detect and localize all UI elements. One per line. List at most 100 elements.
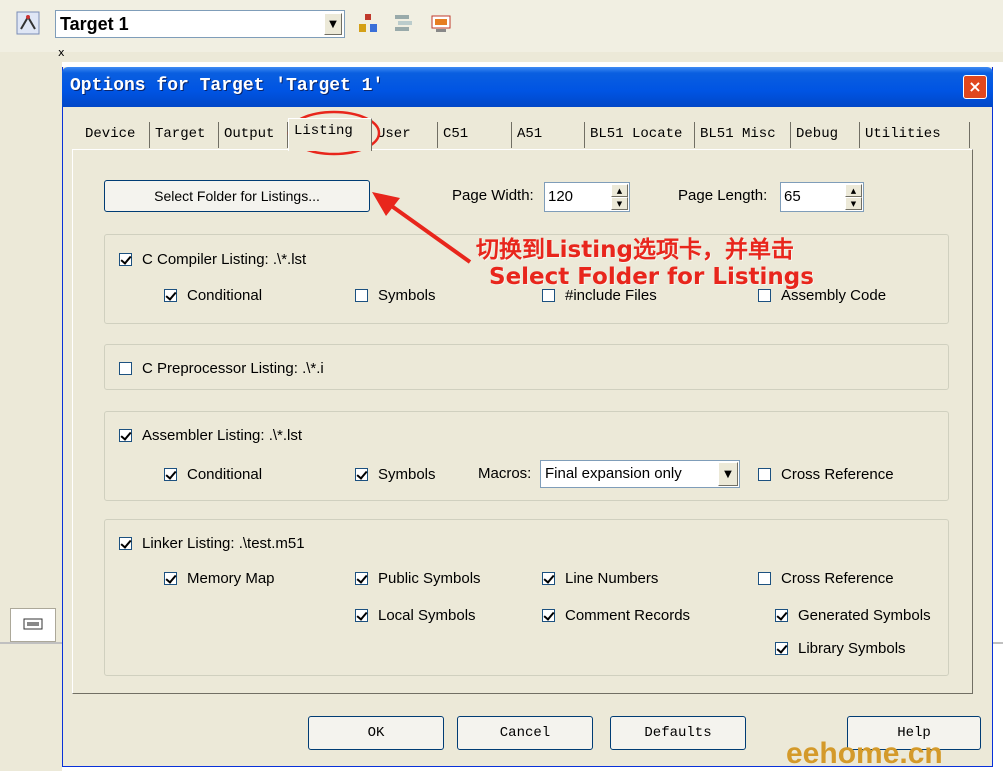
macros-value: Final expansion only [545, 465, 682, 482]
checkbox-box[interactable] [758, 289, 771, 302]
select-device-icon[interactable] [355, 10, 381, 36]
checkbox-box[interactable] [758, 468, 771, 481]
checkbox-box[interactable] [758, 572, 771, 585]
spin-down-icon[interactable]: ▼ [611, 197, 628, 210]
defaults-button[interactable]: Defaults [610, 716, 746, 750]
panel-divider [0, 642, 62, 644]
page-width-input[interactable]: 120 ▲ ▼ [544, 182, 630, 212]
lnk-comment-records-label: Comment Records [565, 607, 691, 624]
panel-close-icon[interactable]: x [58, 46, 65, 59]
tab-a51[interactable]: A51 [512, 122, 585, 148]
macros-select[interactable]: Final expansion only ▼ [540, 460, 740, 488]
checkbox-box[interactable] [355, 609, 368, 622]
panel-window-icon[interactable] [10, 608, 56, 642]
assembler-listing-checkbox[interactable]: Assembler Listing: .\*.lst [119, 427, 302, 444]
tab-bl51-misc[interactable]: BL51 Misc [695, 122, 791, 148]
asm-conditional-label: Conditional [187, 466, 263, 483]
lnk-cross-reference-checkbox[interactable]: Cross Reference [758, 570, 894, 587]
checkbox-box[interactable] [542, 289, 555, 302]
tab-device[interactable]: Device [80, 122, 150, 148]
checkbox-box[interactable] [164, 572, 177, 585]
chevron-down-icon[interactable]: ▼ [324, 13, 342, 35]
macros-label: Macros: [478, 465, 532, 482]
target-options-icon[interactable] [15, 10, 41, 36]
annotation-arrow [372, 192, 472, 264]
spin-up-icon[interactable]: ▲ [845, 184, 862, 197]
checkbox-box[interactable] [164, 289, 177, 302]
cc-conditional-label: Conditional [187, 287, 263, 304]
page-length-label: Page Length: [678, 187, 768, 204]
checkbox-box[interactable] [355, 468, 368, 481]
checkbox-box[interactable] [355, 572, 368, 585]
linker-listing-label: Linker Listing: .\test.m51 [142, 535, 305, 552]
close-button[interactable]: × [963, 75, 987, 99]
lnk-memory-map-checkbox[interactable]: Memory Map [164, 570, 275, 587]
watermark: eehome.cn [786, 737, 943, 770]
lnk-generated-symbols-label: Generated Symbols [798, 607, 931, 624]
cancel-button[interactable]: Cancel [457, 716, 593, 750]
spin-down-icon[interactable]: ▼ [845, 197, 862, 210]
asm-conditional-checkbox[interactable]: Conditional [164, 466, 262, 483]
lnk-comment-records-checkbox[interactable]: Comment Records [542, 607, 690, 624]
tab-strip: Device Target Output Listing User C51 A5… [72, 118, 972, 151]
target-select[interactable]: Target 1 ▼ [55, 10, 345, 38]
batch-build-icon[interactable] [428, 10, 454, 36]
lnk-local-symbols-checkbox[interactable]: Local Symbols [355, 607, 476, 624]
tab-listing[interactable]: Listing [288, 118, 372, 151]
checkbox-box[interactable] [119, 537, 132, 550]
tab-debug[interactable]: Debug [791, 122, 860, 148]
asm-cross-reference-label: Cross Reference [781, 466, 894, 483]
checkbox-box[interactable] [355, 289, 368, 302]
c-compiler-listing-label: C Compiler Listing: .\*.lst [142, 251, 307, 268]
cc-symbols-label: Symbols [378, 287, 436, 304]
tab-c51[interactable]: C51 [438, 122, 512, 148]
lnk-public-symbols-checkbox[interactable]: Public Symbols [355, 570, 481, 587]
ide-toolbar: Target 1 ▼ [0, 0, 1003, 52]
annotation-line-2: Select Folder for Listings [489, 264, 814, 290]
asm-cross-reference-checkbox[interactable]: Cross Reference [758, 466, 894, 483]
tab-target[interactable]: Target [150, 122, 219, 148]
page-length-input[interactable]: 65 ▲ ▼ [780, 182, 864, 212]
lnk-library-symbols-checkbox[interactable]: Library Symbols [775, 640, 906, 657]
checkbox-box[interactable] [119, 253, 132, 266]
linker-listing-checkbox[interactable]: Linker Listing: .\test.m51 [119, 535, 305, 552]
checkbox-box[interactable] [164, 468, 177, 481]
c-compiler-listing-checkbox[interactable]: C Compiler Listing: .\*.lst [119, 251, 306, 268]
chevron-down-icon[interactable]: ▼ [718, 462, 738, 486]
checkbox-box[interactable] [119, 429, 132, 442]
lnk-cross-reference-label: Cross Reference [781, 570, 894, 587]
assembler-group [104, 411, 949, 501]
asm-symbols-checkbox[interactable]: Symbols [355, 466, 436, 483]
dialog-titlebar[interactable]: Options for Target 'Target 1' × [62, 67, 993, 107]
page-length-value: 65 [784, 188, 801, 205]
select-folder-button[interactable]: Select Folder for Listings... [104, 180, 370, 212]
tab-utilities[interactable]: Utilities [860, 122, 970, 148]
manage-components-icon[interactable] [390, 10, 416, 36]
assembler-listing-label: Assembler Listing: .\*.lst [142, 427, 303, 444]
tab-output[interactable]: Output [219, 122, 288, 148]
annotation-line-1: 切换到Listing选项卡，并单击 [476, 237, 794, 263]
panel-divider-right [993, 642, 1003, 644]
checkbox-box[interactable] [542, 572, 555, 585]
lnk-library-symbols-label: Library Symbols [798, 640, 906, 657]
target-select-value: Target 1 [60, 14, 129, 34]
editor-tabstrip: x [55, 46, 1003, 62]
asm-symbols-label: Symbols [378, 466, 436, 483]
lnk-line-numbers-label: Line Numbers [565, 570, 659, 587]
tab-bl51-locate[interactable]: BL51 Locate [585, 122, 695, 148]
c-preprocessor-listing-label: C Preprocessor Listing: .\*.i [142, 360, 324, 377]
checkbox-box[interactable] [119, 362, 132, 375]
project-panel [0, 52, 62, 771]
spin-up-icon[interactable]: ▲ [611, 184, 628, 197]
cc-symbols-checkbox[interactable]: Symbols [355, 287, 436, 304]
checkbox-box[interactable] [542, 609, 555, 622]
c-preprocessor-listing-checkbox[interactable]: C Preprocessor Listing: .\*.i [119, 360, 324, 377]
ok-button[interactable]: OK [308, 716, 444, 750]
page-width-value: 120 [548, 188, 574, 205]
checkbox-box[interactable] [775, 642, 788, 655]
cc-conditional-checkbox[interactable]: Conditional [164, 287, 262, 304]
lnk-local-symbols-label: Local Symbols [378, 607, 476, 624]
lnk-line-numbers-checkbox[interactable]: Line Numbers [542, 570, 658, 587]
lnk-generated-symbols-checkbox[interactable]: Generated Symbols [775, 607, 931, 624]
checkbox-box[interactable] [775, 609, 788, 622]
